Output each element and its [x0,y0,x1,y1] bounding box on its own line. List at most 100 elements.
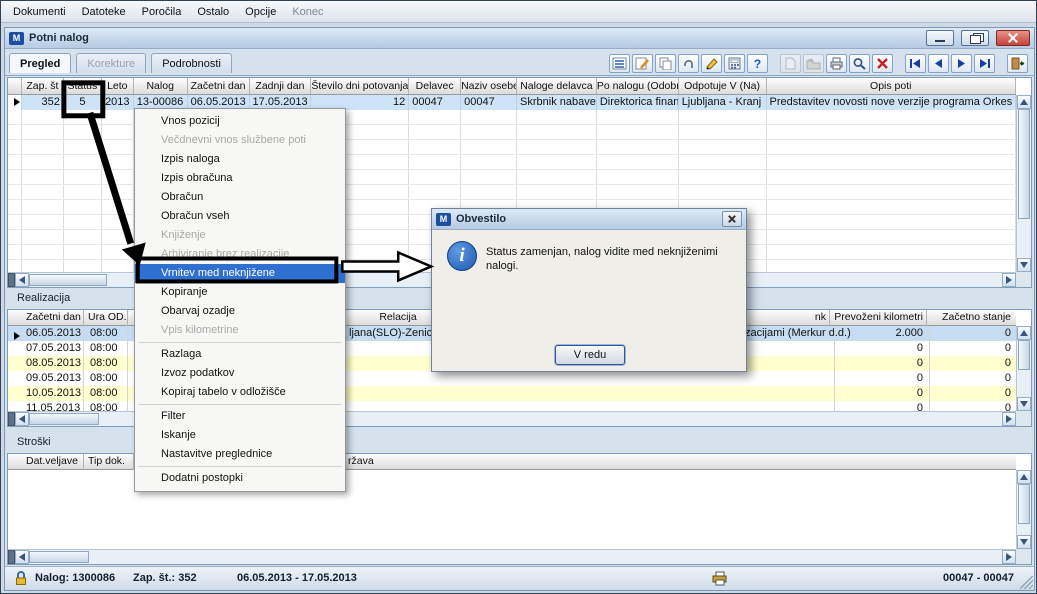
tab-podrobnosti[interactable]: Podrobnosti [151,53,232,73]
menu-item-obracun-vseh[interactable]: Obračun vseh [135,207,345,226]
splitter-handle[interactable] [8,412,15,426]
scrollbar-thumb[interactable] [29,413,99,425]
vertical-scrollbar[interactable] [1016,326,1031,411]
menu-item-dodatni-postopki[interactable]: Dodatni postopki [135,469,345,488]
preview-icon[interactable] [849,53,870,73]
ok-button[interactable]: V redu [555,345,625,365]
scroll-left-icon[interactable] [15,273,29,287]
scroll-right-icon[interactable] [1002,412,1016,426]
cell-start: 0 [929,341,1014,356]
prev-record-icon[interactable] [928,53,949,73]
scroll-down-icon[interactable] [1017,258,1031,272]
print-icon[interactable] [826,53,847,73]
list-icon[interactable] [609,53,630,73]
scrollbar-thumb[interactable] [1018,340,1030,370]
splitter-handle[interactable] [8,273,15,287]
close-icon[interactable] [722,211,742,227]
scroll-up-icon[interactable] [1017,326,1031,340]
exit-icon[interactable] [1007,53,1028,73]
splitter-handle[interactable] [8,550,15,564]
menu-item-vnos-pozicij[interactable]: Vnos pozicij [135,112,345,131]
row-marker-icon [8,95,22,110]
menu-konec[interactable]: Konec [284,3,331,21]
header-cell[interactable]: Nalog [134,78,188,94]
resize-grip[interactable] [1020,576,1033,589]
close-button[interactable] [996,30,1030,46]
header-cell[interactable]: Začetni dan [22,310,84,326]
menu-item-izvoz-podatkov[interactable]: Izvoz podatkov [135,364,345,383]
restore-button[interactable] [961,30,989,46]
vertical-scrollbar[interactable] [1016,470,1031,549]
header-cell[interactable]: Status [64,78,102,94]
menu-opcije[interactable]: Opcije [237,3,284,21]
printer-icon[interactable] [711,571,728,589]
minimize-button[interactable] [926,30,954,46]
menu-item-izpis-naloga[interactable]: Izpis naloga [135,150,345,169]
scrollbar-thumb[interactable] [29,274,107,286]
scroll-down-icon[interactable] [1017,397,1031,411]
scrollbar-thumb[interactable] [1018,109,1030,219]
menu-ostalo[interactable]: Ostalo [189,3,237,21]
menu-datoteke[interactable]: Datoteke [74,3,134,21]
scroll-right-icon[interactable] [1002,273,1016,287]
header-cell[interactable]: Zap. št [22,78,64,94]
header-cell[interactable]: Začetni dan [188,78,250,94]
header-cell[interactable]: Prevoženi kilometri [834,310,927,326]
header-cell[interactable]: Zadnji dan [250,78,312,94]
menu-item-kopiranje[interactable]: Kopiranje [135,283,345,302]
pencil-icon[interactable] [701,53,722,73]
menu-item-obracun[interactable]: Obračun [135,188,345,207]
status-dates: 06.05.2013 - 17.05.2013 [237,572,357,584]
last-record-icon[interactable] [974,53,995,73]
menu-porocila[interactable]: Poročila [134,3,190,21]
menu-item-arhiviranje: Arhiviranje brez realizacije [161,248,290,260]
cell-time: 08:00 [84,326,128,341]
calculator-icon[interactable] [724,53,745,73]
scroll-left-icon[interactable] [15,550,29,564]
header-cell[interactable]: Začetno stanje [929,310,1014,326]
header-cell[interactable]: Po nalogu (Odobril) [597,78,679,94]
header-cell[interactable]: Naziv osebe [461,78,517,94]
help-icon[interactable]: ? [747,53,768,73]
scroll-up-icon[interactable] [1017,470,1031,484]
scroll-left-icon[interactable] [15,412,29,426]
scrollbar-corner [1016,272,1031,287]
menu-item-nastavitve-preglednice[interactable]: Nastavitve preglednice [135,445,345,464]
header-cell[interactable]: Naloge delavca [517,78,597,94]
horizontal-scrollbar[interactable] [8,549,1016,564]
scrollbar-thumb[interactable] [1018,484,1030,524]
header-cell[interactable]: Dat.veljave [22,454,84,470]
header-cell[interactable]: Leto [102,78,134,94]
status-zap-st: Zap. št.: 352 [133,572,197,584]
menu-item-filter[interactable]: Filter [135,407,345,426]
header-cell[interactable]: Delavec [409,78,462,94]
header-cell[interactable]: ržava [348,454,408,470]
header-cell[interactable]: Odpotuje V (Na) [679,78,767,94]
cell-leto: 2013 [102,95,134,110]
menu-item-obarvaj-ozadje[interactable]: Obarvaj ozadje [135,302,345,321]
statusbar: Nalog: 1300086 Zap. št.: 352 06.05.2013 … [5,566,1034,590]
edit-icon[interactable] [632,53,653,73]
vertical-scrollbar[interactable] [1016,95,1031,272]
menu-item-vrnitev-med-neknjizene[interactable]: Vrnitev med neknjižene [135,264,345,283]
tab-pregled[interactable]: Pregled [9,53,72,73]
menu-item-razlaga[interactable]: Razlaga [135,345,345,364]
menu-dokumenti[interactable]: Dokumenti [5,3,74,21]
scroll-up-icon[interactable] [1017,95,1031,109]
header-cell[interactable]: Ura OD. [84,310,128,326]
scroll-right-icon[interactable] [1002,550,1016,564]
header-cell[interactable]: Število dni potovanja [311,78,410,94]
menu-item-iskanje[interactable]: Iskanje [135,426,345,445]
menu-item-kopiraj-tabelo[interactable]: Kopiraj tabelo v odložišče [135,383,345,402]
first-record-icon[interactable] [905,53,926,73]
delete-icon[interactable] [872,53,893,73]
attach-icon[interactable] [678,53,699,73]
scroll-down-icon[interactable] [1017,535,1031,549]
header-cell[interactable]: Tip dok. [84,454,134,470]
scrollbar-thumb[interactable] [29,551,89,563]
header-cell[interactable]: Opis poti [767,78,1016,94]
cell-status: 5 [64,95,102,110]
menu-item-izpis-obracuna[interactable]: Izpis obračuna [135,169,345,188]
next-record-icon[interactable] [951,53,972,73]
copy-icon[interactable] [655,53,676,73]
